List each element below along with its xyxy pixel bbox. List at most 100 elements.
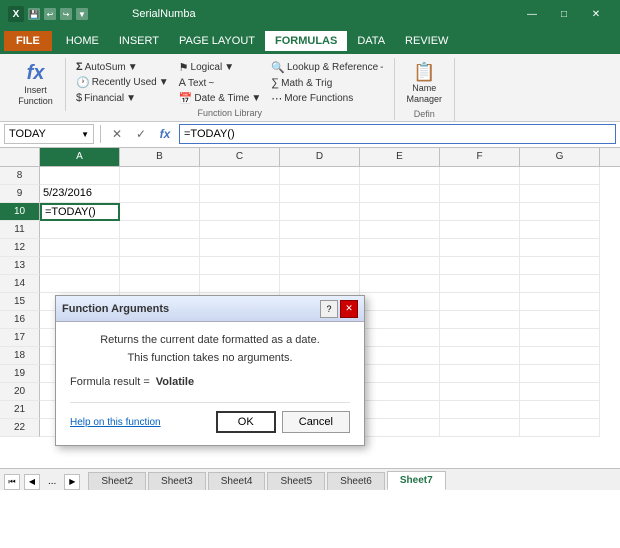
dialog-close-button[interactable]: ✕ (340, 300, 358, 318)
cell-d9[interactable] (280, 185, 360, 203)
fx-bar-button[interactable]: fx (155, 124, 175, 144)
more-functions-button[interactable]: ⋯ More Functions (267, 91, 387, 106)
menu-bar: FILE HOME INSERT PAGE LAYOUT FORMULAS DA… (0, 28, 620, 54)
lookup-ref-button[interactable]: 🔍 Lookup & Reference - (267, 60, 387, 75)
table-row: 11 (0, 221, 620, 239)
cell-b8[interactable] (120, 167, 200, 185)
define-label: Defin (414, 109, 435, 119)
dialog-title-buttons: ? ✕ (320, 300, 358, 318)
cell-b10[interactable] (120, 203, 200, 221)
cell-b9[interactable] (120, 185, 200, 203)
customize-button[interactable]: ▼ (76, 8, 88, 20)
cell-e8[interactable] (360, 167, 440, 185)
cell-a11[interactable] (40, 221, 120, 239)
date-time-label: Date & Time (194, 93, 249, 104)
math-trig-button[interactable]: ∑ Math & Trig (267, 76, 387, 90)
ribbon-col3: 🔍 Lookup & Reference - ∑ Math & Trig ⋯ M… (267, 60, 387, 106)
sigma-icon: Σ (76, 61, 83, 73)
menu-formulas[interactable]: FORMULAS (265, 31, 347, 51)
ribbon-col1: Σ AutoSum ▼ 🕐 Recently Used ▼ $ Financia… (72, 60, 173, 106)
help-link[interactable]: Help on this function (70, 417, 161, 428)
cell-f9[interactable] (440, 185, 520, 203)
menu-insert[interactable]: INSERT (109, 31, 169, 51)
name-box-arrow: ▼ (81, 130, 89, 139)
cell-g9[interactable] (520, 185, 600, 203)
tab-prev-button[interactable]: ◀ (24, 474, 40, 490)
maximize-button[interactable]: □ (548, 0, 580, 28)
menu-data[interactable]: DATA (347, 31, 395, 51)
financial-icon: $ (76, 92, 82, 104)
dialog-description: Returns the current date formatted as a … (70, 334, 350, 346)
redo-button[interactable]: ↪ (60, 8, 72, 20)
recently-used-button[interactable]: 🕐 Recently Used ▼ (72, 75, 173, 90)
minimize-button[interactable]: — (516, 0, 548, 28)
dialog-cancel-button[interactable]: Cancel (282, 411, 350, 433)
tab-sheet7[interactable]: Sheet7 (387, 471, 446, 490)
undo-button[interactable]: ↩ (44, 8, 56, 20)
cell-g10[interactable] (520, 203, 600, 221)
col-header-e: E (360, 148, 440, 166)
cell-a9[interactable]: 5/23/2016 (40, 185, 120, 203)
row-header-20: 20 (0, 383, 40, 401)
text-button[interactable]: A Text ~ (175, 76, 266, 90)
cell-d10[interactable] (280, 203, 360, 221)
row-header-8: 8 (0, 167, 40, 185)
insert-function-label: InsertFunction (18, 85, 53, 107)
menu-file[interactable]: FILE (4, 31, 52, 51)
tab-sheet3[interactable]: Sheet3 (148, 472, 206, 490)
menu-home[interactable]: HOME (56, 31, 109, 51)
text-arrow: ~ (208, 78, 214, 89)
function-library-row1: Σ AutoSum ▼ 🕐 Recently Used ▼ $ Financia… (72, 60, 388, 106)
cell-c8[interactable] (200, 167, 280, 185)
cancel-formula-button[interactable]: ✕ (107, 124, 127, 144)
dialog-footer: Help on this function OK Cancel (70, 402, 350, 433)
row-header-21: 21 (0, 401, 40, 419)
tab-next-button[interactable]: ▶ (64, 474, 80, 490)
menu-review[interactable]: REVIEW (395, 31, 458, 51)
title-bar-left: X 💾 ↩ ↪ ▼ SerialNumba (8, 6, 196, 22)
tab-sheet5[interactable]: Sheet5 (267, 472, 325, 490)
close-button[interactable]: ✕ (580, 0, 612, 28)
menu-page-layout[interactable]: PAGE LAYOUT (169, 31, 265, 51)
row-header-12: 12 (0, 239, 40, 257)
financial-button[interactable]: $ Financial ▼ (72, 91, 173, 105)
title-bar: X 💾 ↩ ↪ ▼ SerialNumba — □ ✕ (0, 0, 620, 28)
col-header-d: D (280, 148, 360, 166)
cell-a8[interactable] (40, 167, 120, 185)
confirm-formula-button[interactable]: ✓ (131, 124, 151, 144)
tab-sheet4[interactable]: Sheet4 (208, 472, 266, 490)
app-title: SerialNumba (132, 8, 196, 20)
row-header-13: 13 (0, 257, 40, 275)
cell-f10[interactable] (440, 203, 520, 221)
dialog-ok-button[interactable]: OK (216, 411, 276, 433)
tab-sheet2[interactable]: Sheet2 (88, 472, 146, 490)
autosum-button[interactable]: Σ AutoSum ▼ (72, 60, 173, 74)
name-manager-group: 📋 NameManager Defin (395, 58, 456, 121)
formula-bar: TODAY ▼ ✕ ✓ fx (0, 122, 620, 148)
cell-d8[interactable] (280, 167, 360, 185)
row-header-14: 14 (0, 275, 40, 293)
name-box[interactable]: TODAY ▼ (4, 124, 94, 144)
dialog-help-icon-button[interactable]: ? (320, 300, 338, 318)
tab-sheet6[interactable]: Sheet6 (327, 472, 385, 490)
cell-c10[interactable] (200, 203, 280, 221)
formula-input[interactable] (179, 124, 616, 144)
cell-a10[interactable]: =TODAY() (40, 203, 120, 221)
cell-f8[interactable] (440, 167, 520, 185)
row-header-19: 19 (0, 365, 40, 383)
name-manager-button[interactable]: 📋 NameManager (403, 60, 447, 107)
date-time-button[interactable]: 📅 Date & Time ▼ (175, 91, 266, 106)
cell-e9[interactable] (360, 185, 440, 203)
cell-g8[interactable] (520, 167, 600, 185)
cell-e10[interactable] (360, 203, 440, 221)
more-icon: ⋯ (271, 92, 282, 105)
logical-button[interactable]: ⚑ Logical ▼ (175, 60, 266, 75)
dialog-title-bar: Function Arguments ? ✕ (56, 296, 364, 322)
tab-first-button[interactable]: ⏮ (4, 474, 20, 490)
cell-c9[interactable] (200, 185, 280, 203)
save-button[interactable]: 💾 (28, 8, 40, 20)
clock-icon: 🕐 (76, 76, 90, 89)
col-header-b: B (120, 148, 200, 166)
insert-function-button[interactable]: fx InsertFunction (14, 60, 57, 109)
row-header-15: 15 (0, 293, 40, 311)
